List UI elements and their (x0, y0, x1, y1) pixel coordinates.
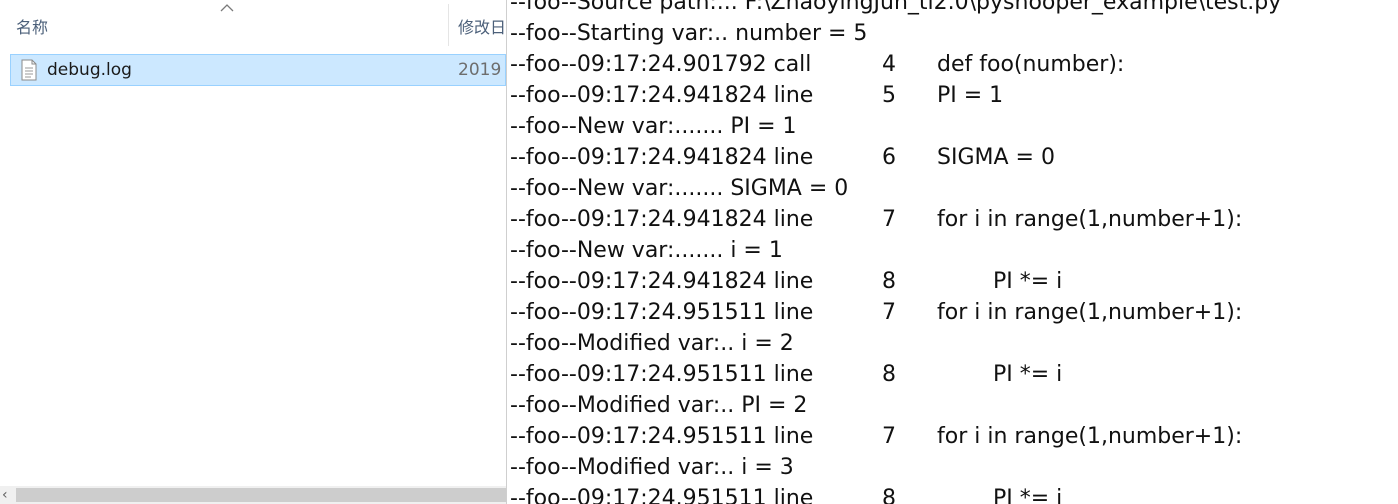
log-line-source: def foo(number): (937, 52, 1125, 77)
sort-ascending-icon (220, 4, 234, 12)
log-line-prefix: --foo--09:17:24.941824 line (510, 83, 814, 108)
log-line-number: 7 (882, 300, 896, 325)
log-line-number: 8 (882, 362, 896, 387)
log-line-number: 6 (882, 145, 896, 170)
log-line-number: 8 (882, 486, 896, 504)
log-line-prefix: --foo--09:17:24.951511 line (510, 486, 814, 504)
scrollbar-thumb[interactable] (16, 488, 506, 502)
log-line-number: 7 (882, 207, 896, 232)
file-row-debug-log[interactable]: debug.log 2019 (10, 54, 506, 86)
log-line-text: --foo--New var:....... i = 1 (510, 238, 783, 263)
log-line-number: 7 (882, 424, 896, 449)
log-line-prefix: --foo--09:17:24.951511 line (510, 300, 814, 325)
log-line-number: 5 (882, 83, 896, 108)
log-line-text: --foo--New var:....... PI = 1 (510, 114, 797, 139)
log-line-text: --foo--New var:....... SIGMA = 0 (510, 176, 849, 201)
log-line-source: for i in range(1,number+1): (937, 300, 1243, 325)
file-name: debug.log (47, 60, 132, 80)
log-line-source: PI = 1 (937, 83, 1004, 108)
log-line-source: for i in range(1,number+1): (937, 424, 1243, 449)
text-file-icon (21, 59, 37, 81)
log-line-prefix: --foo--09:17:24.951511 line (510, 362, 814, 387)
log-line-text: --foo--Modified var:.. i = 3 (510, 455, 794, 480)
log-line-prefix: --foo--09:17:24.901792 call (510, 52, 812, 77)
log-line-prefix: --foo--09:17:24.941824 line (510, 145, 814, 170)
file-explorer-pane: 名称 修改日 debug.log 2019 ‹ (0, 0, 506, 504)
log-line-text: --foo--Modified var:.. i = 2 (510, 331, 794, 356)
scroll-left-arrow-icon[interactable]: ‹ (2, 488, 8, 502)
log-line-number: 8 (882, 269, 896, 294)
log-line-text: --foo--Source path:... F:\ZhaoyingJun_ti… (510, 0, 1282, 15)
column-divider[interactable] (448, 4, 449, 46)
column-header-date-modified[interactable]: 修改日 (458, 14, 506, 38)
log-line-source: PI *= i (993, 362, 1063, 387)
log-line-source: PI *= i (993, 486, 1063, 504)
horizontal-scrollbar[interactable]: ‹ (0, 486, 506, 504)
log-line-text: --foo--Starting var:.. number = 5 (510, 21, 868, 46)
log-line-text: --foo--Modified var:.. PI = 2 (510, 393, 808, 418)
log-line-prefix: --foo--09:17:24.941824 line (510, 269, 814, 294)
log-line-number: 4 (882, 52, 896, 77)
log-line-source: for i in range(1,number+1): (937, 207, 1243, 232)
column-header-name[interactable]: 名称 (16, 14, 48, 38)
column-header-row: 名称 修改日 (0, 0, 506, 48)
log-text-editor[interactable]: --foo--Source path:... F:\ZhaoyingJun_ti… (506, 0, 1398, 504)
log-line-source: SIGMA = 0 (937, 145, 1055, 170)
log-line-prefix: --foo--09:17:24.951511 line (510, 424, 814, 449)
log-line-prefix: --foo--09:17:24.941824 line (510, 207, 814, 232)
log-line-source: PI *= i (993, 269, 1063, 294)
file-date-modified: 2019 (458, 60, 502, 80)
